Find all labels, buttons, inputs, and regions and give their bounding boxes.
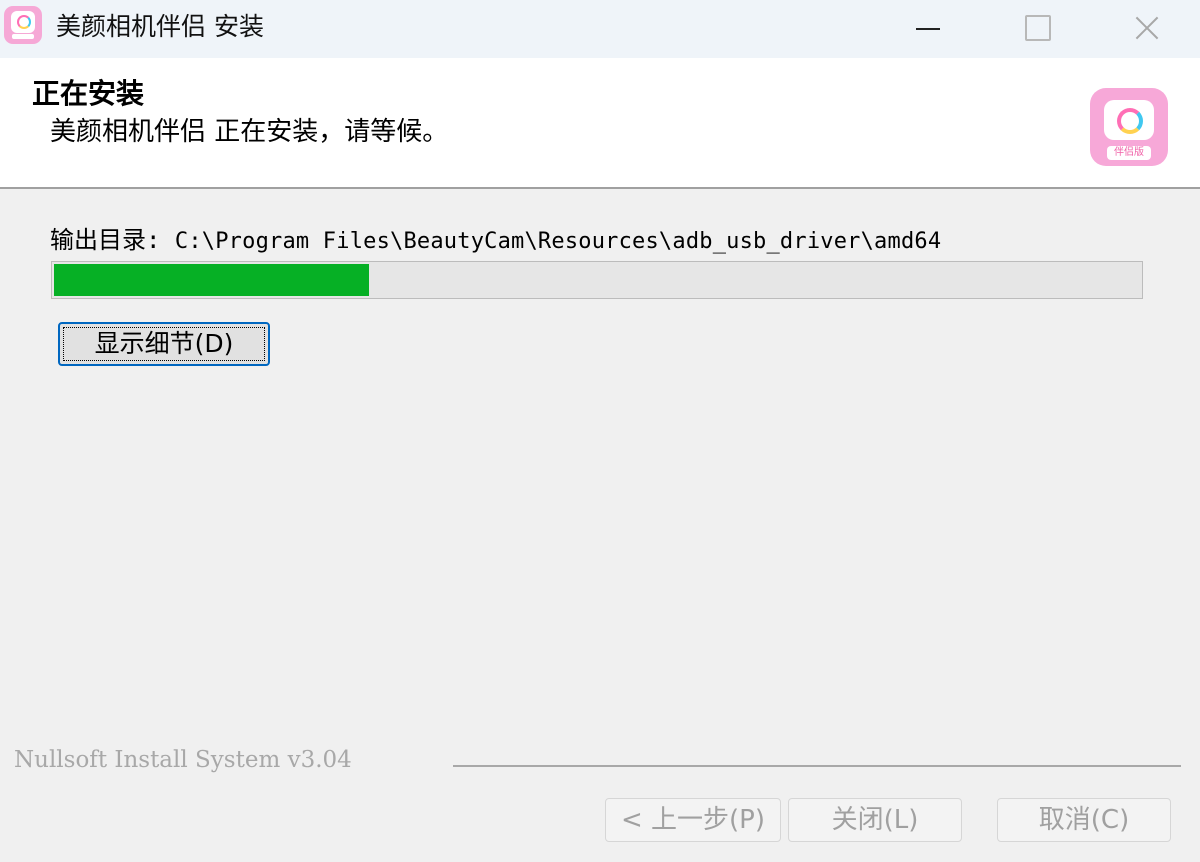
page-subtitle: 美颜相机伴侣 正在安装，请等候。 — [50, 117, 449, 147]
installer-header: 正在安装 美颜相机伴侣 正在安装，请等候。 伴侣版 — [0, 58, 1200, 188]
nsis-branding: Nullsoft Install System v3.04 — [14, 747, 352, 773]
page-title: 正在安装 — [32, 77, 145, 110]
output-label: 输出目录: — [50, 226, 161, 254]
close-button[interactable]: 关闭(L) — [788, 798, 962, 842]
output-path: C:\Program Files\BeautyCam\Resources\adb… — [174, 229, 942, 254]
cancel-button[interactable]: 取消(C) — [997, 798, 1171, 842]
window-title: 美颜相机伴侣 安装 — [56, 12, 264, 41]
camera-icon — [1104, 100, 1154, 140]
minimize-button[interactable] — [898, 0, 958, 58]
maximize-icon — [1025, 15, 1051, 41]
install-progress-bar — [51, 261, 1143, 299]
header-divider — [0, 187, 1200, 189]
output-directory-line: 输出目录: C:\Program Files\BeautyCam\Resourc… — [50, 224, 941, 258]
maximize-button — [1006, 0, 1066, 58]
logo-badge-text: 伴侣版 — [1114, 147, 1144, 158]
minimize-icon — [916, 28, 940, 30]
branding-divider — [453, 765, 1181, 767]
back-button[interactable]: < 上一步(P) — [605, 798, 781, 842]
progress-fill — [54, 264, 369, 296]
close-window-button — [1118, 0, 1178, 58]
title-bar: 美颜相机伴侣 安装 — [0, 0, 1200, 58]
show-details-button[interactable]: 显示细节(D) — [58, 322, 270, 366]
app-logo-icon — [4, 6, 42, 44]
header-logo: 伴侣版 — [1090, 88, 1168, 166]
show-details-label: 显示细节(D) — [94, 329, 234, 358]
